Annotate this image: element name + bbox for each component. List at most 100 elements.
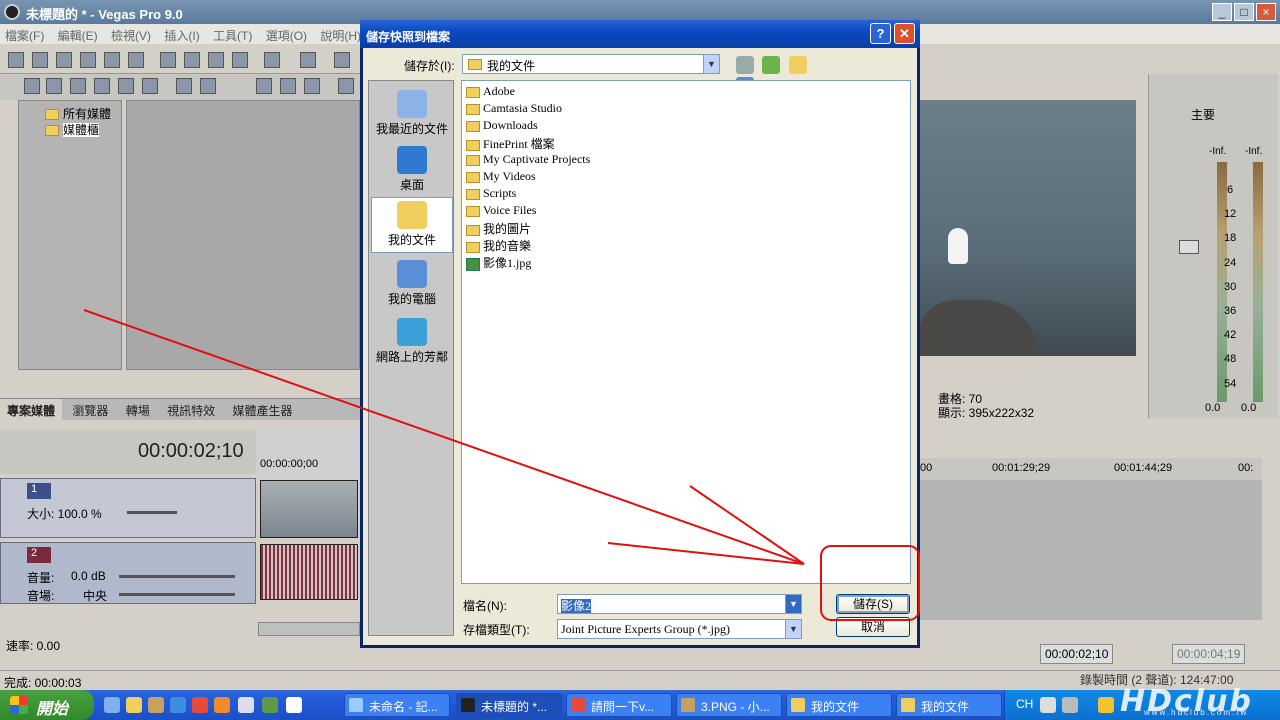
- close-button[interactable]: ×: [1256, 3, 1276, 21]
- place-network[interactable]: 網路上的芳鄰: [371, 315, 453, 371]
- import-icon[interactable]: [24, 78, 40, 94]
- menu-edit[interactable]: 編輯(E): [53, 24, 103, 47]
- pen-icon[interactable]: [1062, 697, 1078, 713]
- menu-tools[interactable]: 工具(T): [208, 24, 257, 47]
- new-folder-icon[interactable]: [788, 56, 807, 74]
- master-fader[interactable]: [1179, 240, 1199, 254]
- file-item[interactable]: Adobe: [466, 84, 515, 101]
- remove-icon[interactable]: [176, 78, 192, 94]
- horizontal-scrollbar[interactable]: [258, 622, 360, 636]
- file-item[interactable]: 我的音樂: [466, 237, 531, 254]
- language-indicator[interactable]: CH: [1016, 697, 1033, 711]
- new-icon[interactable]: [8, 52, 24, 68]
- volume-slider[interactable]: [119, 575, 235, 578]
- undo-icon[interactable]: [264, 52, 280, 68]
- extract-icon[interactable]: [94, 78, 110, 94]
- timeline-tracks[interactable]: [918, 480, 1262, 620]
- capture-icon[interactable]: [46, 78, 62, 94]
- edit-tool-icon[interactable]: [334, 52, 350, 68]
- tab-project-media[interactable]: 專案媒體: [0, 399, 63, 422]
- file-item[interactable]: My Videos: [466, 169, 536, 186]
- get-media-icon[interactable]: [70, 78, 86, 94]
- place-desktop[interactable]: 桌面: [371, 143, 453, 199]
- menu-insert[interactable]: 插入(I): [159, 24, 204, 47]
- pan-slider[interactable]: [119, 593, 235, 596]
- level-slider[interactable]: [127, 511, 177, 514]
- cut-icon[interactable]: [160, 52, 176, 68]
- place-recent[interactable]: 我最近的文件: [371, 87, 453, 143]
- tree-item-media-bin[interactable]: 媒體櫃: [45, 121, 100, 138]
- file-item[interactable]: FinePrint 檔案: [466, 135, 555, 152]
- auto-preview-icon[interactable]: [304, 78, 320, 94]
- audio-track-header[interactable]: 2 音量: 0.0 dB 音場: 中央: [0, 542, 256, 604]
- menu-options[interactable]: 選項(O): [261, 24, 312, 47]
- vegas-quick-icon[interactable]: [286, 697, 302, 713]
- menu-file[interactable]: 檔案(F): [0, 24, 49, 47]
- menu-help[interactable]: 說明(H): [315, 24, 366, 47]
- file-item[interactable]: 我的圖片: [466, 220, 531, 237]
- timeline-ruler[interactable]: 00:00:00;00: [258, 430, 360, 478]
- tab-explorer[interactable]: 瀏覽器: [65, 399, 115, 422]
- file-item[interactable]: 影像1.jpg: [466, 254, 531, 271]
- tree-item-all-media[interactable]: 所有媒體: [45, 105, 111, 122]
- video-track-header[interactable]: 1 大小: 100.0 %: [0, 478, 256, 538]
- cancel-button[interactable]: 取消: [836, 617, 910, 637]
- filename-input[interactable]: 影像2 ▼: [557, 594, 802, 614]
- play-icon[interactable]: [256, 78, 272, 94]
- redo-icon[interactable]: [300, 52, 316, 68]
- back-icon[interactable]: [736, 56, 754, 74]
- show-desktop-icon[interactable]: [104, 697, 120, 713]
- task-vegas[interactable]: 未標題的 *...: [456, 693, 562, 717]
- file-item[interactable]: Downloads: [466, 118, 538, 135]
- app-icon[interactable]: [238, 697, 254, 713]
- dialog-close-button[interactable]: ✕: [894, 23, 915, 44]
- filetype-dropdown[interactable]: Joint Picture Experts Group (*.jpg) ▼: [557, 619, 802, 639]
- tab-media-generators[interactable]: 媒體產生器: [225, 399, 299, 422]
- task-notepad[interactable]: 未命名 - 記...: [344, 693, 450, 717]
- paste-icon[interactable]: [208, 52, 224, 68]
- tab-transitions[interactable]: 轉場: [119, 399, 157, 422]
- maximize-button[interactable]: □: [1234, 3, 1254, 21]
- task-chrome[interactable]: 請問一下v...: [566, 693, 672, 717]
- place-my-computer[interactable]: 我的電腦: [371, 257, 453, 313]
- delete-icon[interactable]: [232, 52, 248, 68]
- menu-view[interactable]: 檢視(V): [106, 24, 156, 47]
- app-icon[interactable]: [148, 697, 164, 713]
- save-button[interactable]: 儲存(S): [836, 594, 910, 614]
- media-fx-icon[interactable]: [118, 78, 134, 94]
- file-list[interactable]: Adobe Camtasia Studio Downloads FinePrint 檔…: [461, 80, 911, 584]
- firefox-icon[interactable]: [214, 697, 230, 713]
- explorer-icon[interactable]: [126, 697, 142, 713]
- save-in-dropdown[interactable]: 我的文件 ▼: [462, 54, 720, 74]
- task-my-documents-1[interactable]: 我的文件: [786, 693, 892, 717]
- tray-app-icon[interactable]: [1098, 697, 1114, 713]
- app-icon[interactable]: [262, 697, 278, 713]
- stop-icon[interactable]: [280, 78, 296, 94]
- task-paint[interactable]: 3.PNG - 小...: [676, 693, 782, 717]
- properties-icon[interactable]: [128, 52, 144, 68]
- chrome-icon[interactable]: [192, 697, 208, 713]
- file-item[interactable]: Voice Files: [466, 203, 536, 220]
- task-my-documents-2[interactable]: 我的文件: [896, 693, 1002, 717]
- render-icon[interactable]: [104, 52, 120, 68]
- save-icon[interactable]: [56, 52, 72, 68]
- search-icon[interactable]: [142, 78, 158, 94]
- view-icon[interactable]: [200, 78, 216, 94]
- video-clip[interactable]: [260, 480, 358, 538]
- help-button[interactable]: ?: [870, 23, 891, 44]
- views-icon[interactable]: [338, 78, 354, 94]
- copy-icon[interactable]: [184, 52, 200, 68]
- save-as-icon[interactable]: [80, 52, 96, 68]
- minimize-button[interactable]: _: [1212, 3, 1232, 21]
- tab-video-fx[interactable]: 視訊特效: [160, 399, 222, 422]
- keyboard-icon[interactable]: [1040, 697, 1056, 713]
- file-item[interactable]: Scripts: [466, 186, 516, 203]
- open-icon[interactable]: [32, 52, 48, 68]
- timeline-ruler-right[interactable]: 00 00:01:29;29 00:01:44;29 00:: [918, 458, 1262, 480]
- file-item[interactable]: My Captivate Projects: [466, 152, 590, 169]
- up-folder-icon[interactable]: [762, 56, 781, 74]
- ie-icon[interactable]: [170, 697, 186, 713]
- file-item[interactable]: Camtasia Studio: [466, 101, 562, 118]
- place-my-documents[interactable]: 我的文件: [371, 197, 453, 253]
- audio-clip[interactable]: [260, 544, 358, 600]
